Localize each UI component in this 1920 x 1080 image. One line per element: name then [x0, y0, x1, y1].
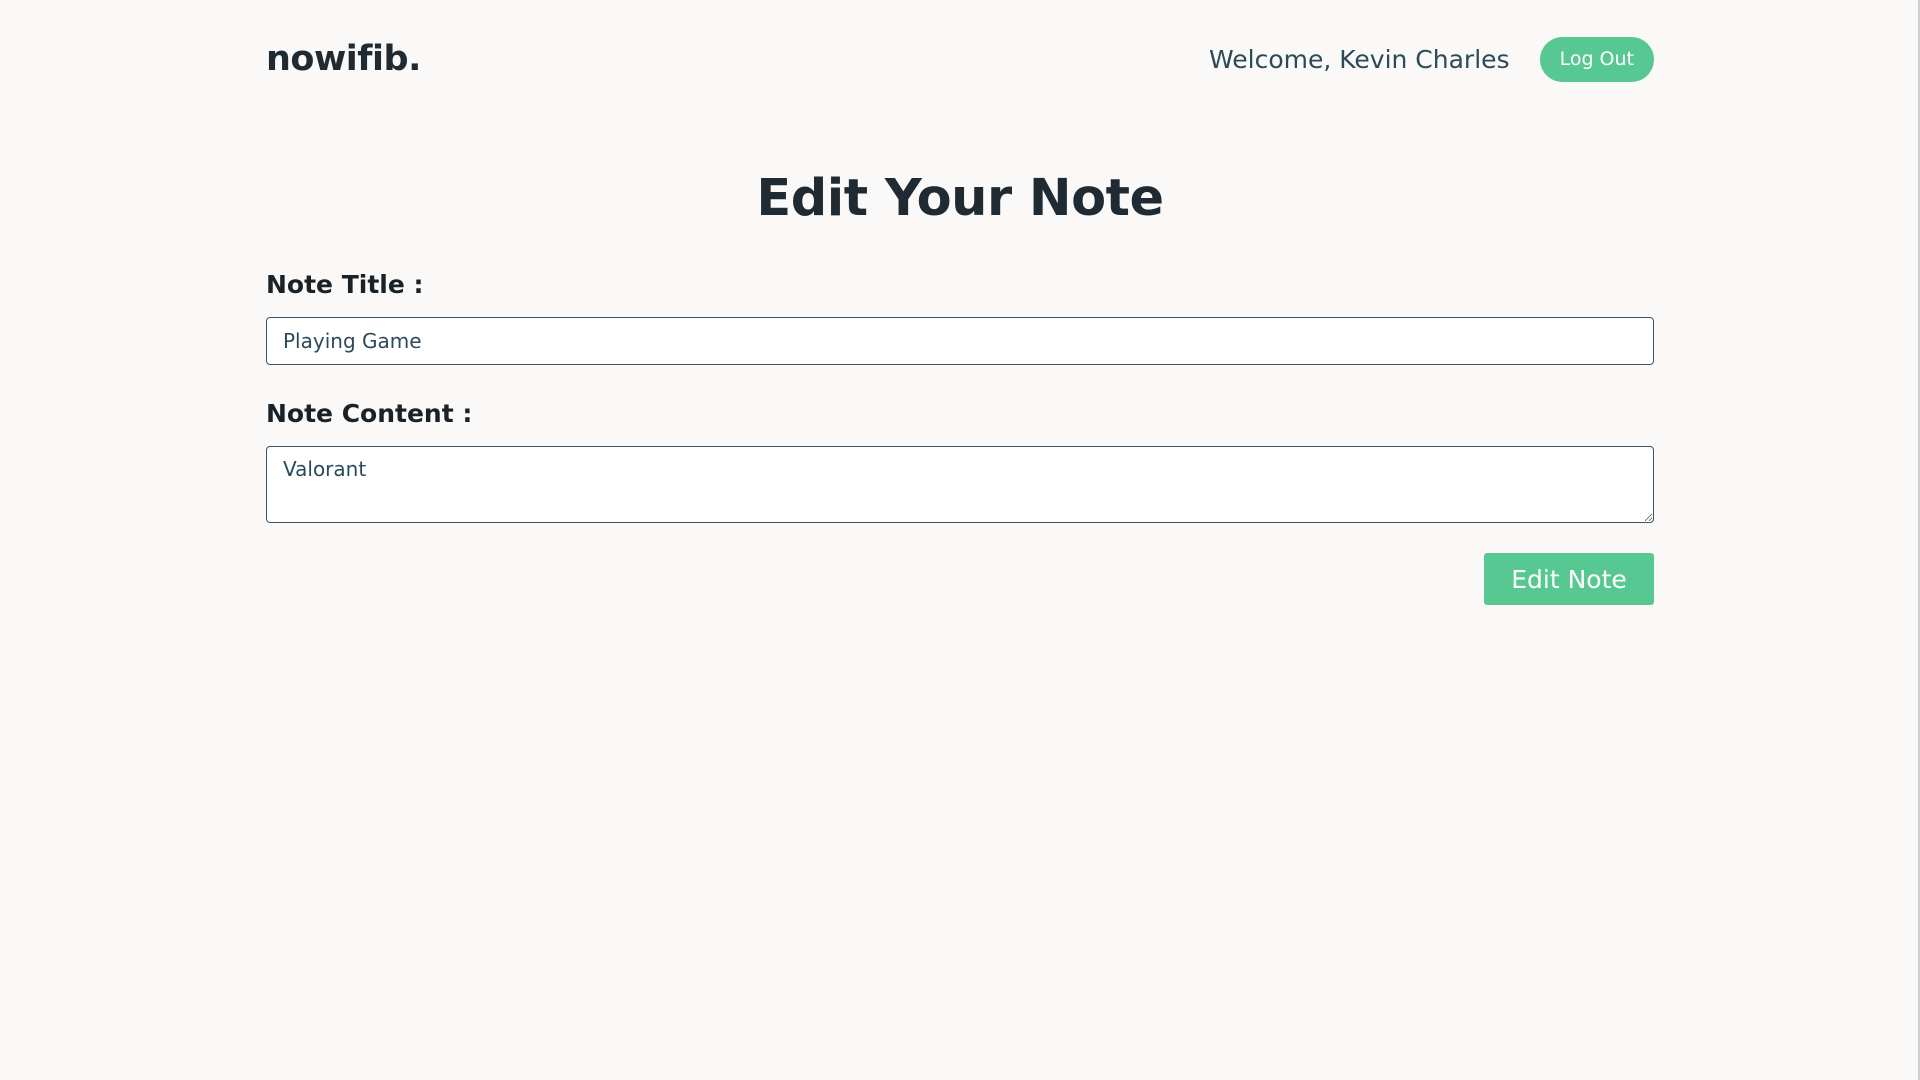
note-title-label: Note Title : [266, 270, 424, 299]
welcome-text: Welcome, Kevin Charles [1209, 44, 1510, 74]
note-content-label: Note Content : [266, 399, 473, 428]
note-title-input[interactable] [266, 317, 1654, 365]
logout-button[interactable]: Log Out [1539, 36, 1654, 82]
edit-note-button[interactable]: Edit Note [1484, 553, 1654, 605]
main-container: nowifib. Welcome, Kevin Charles Log Out … [266, 0, 1654, 605]
edit-note-form: Note Title : Note Content : Valorant Edi… [266, 270, 1654, 605]
page-title: Edit Your Note [756, 169, 1164, 228]
header: nowifib. Welcome, Kevin Charles Log Out [266, 0, 1654, 118]
brand-logo[interactable]: nowifib. [266, 39, 421, 79]
header-user-area: Welcome, Kevin Charles Log Out [1209, 36, 1654, 82]
page: nowifib. Welcome, Kevin Charles Log Out … [0, 0, 1920, 1080]
note-content-textarea[interactable]: Valorant [266, 446, 1654, 523]
form-actions: Edit Note [266, 553, 1654, 605]
